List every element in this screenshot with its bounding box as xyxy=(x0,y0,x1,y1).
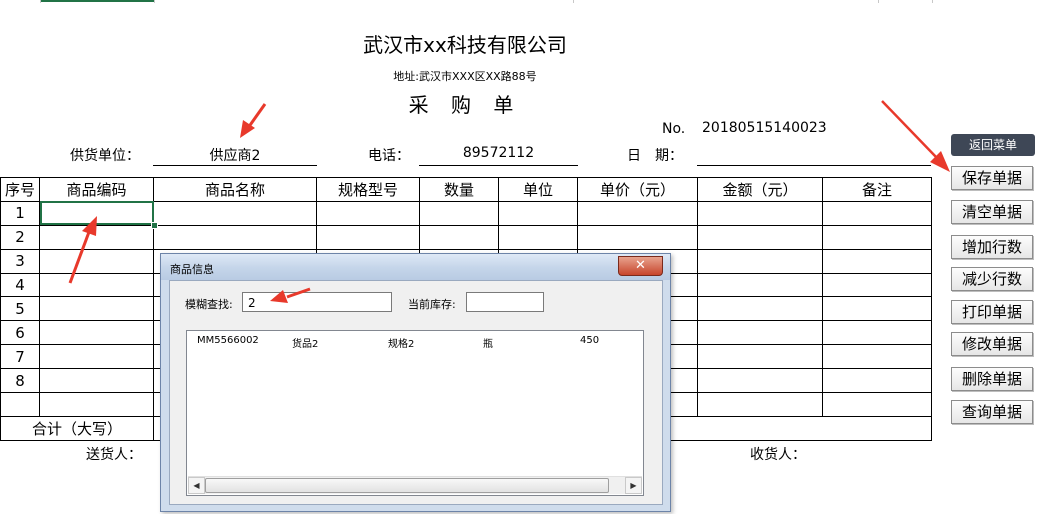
annotation-arrows xyxy=(68,100,950,303)
arrow-to-supplier xyxy=(240,103,267,138)
arrow-to-search-input xyxy=(270,287,311,303)
arrow-to-selected-cell xyxy=(68,216,97,284)
arrow-to-save-button xyxy=(881,100,950,172)
